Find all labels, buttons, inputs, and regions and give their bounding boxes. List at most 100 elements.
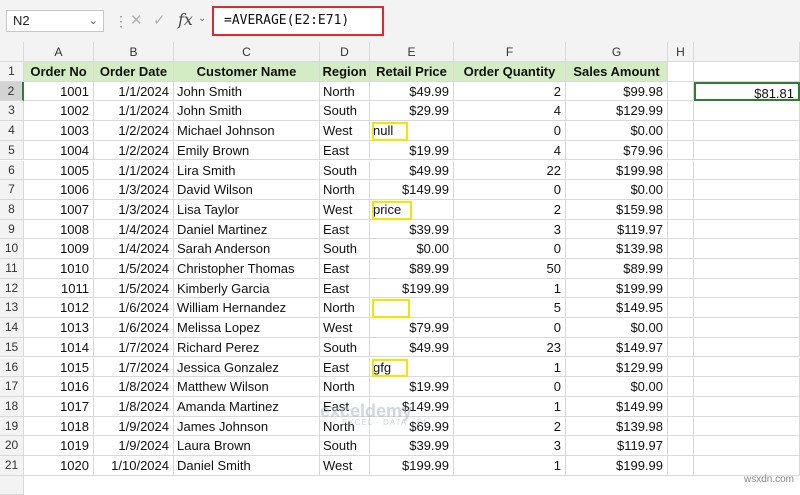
data-cell[interactable]: West	[320, 456, 370, 476]
data-cell[interactable]: 2	[454, 81, 566, 102]
row-header[interactable]: 18	[0, 396, 24, 417]
data-cell[interactable]: $89.99	[566, 259, 668, 279]
data-cell[interactable]: 1/1/2024	[94, 160, 174, 181]
data-cell[interactable]: 1003	[24, 121, 94, 141]
empty-cell[interactable]	[668, 121, 694, 141]
data-cell[interactable]: East	[320, 219, 370, 240]
empty-cell[interactable]	[694, 239, 800, 259]
chevron-down-icon[interactable]: ⌄	[198, 13, 206, 24]
data-cell[interactable]: 1/3/2024	[94, 199, 174, 220]
row-header[interactable]: 20	[0, 436, 24, 456]
empty-cell[interactable]	[694, 337, 800, 358]
empty-cell[interactable]	[694, 278, 800, 299]
data-cell[interactable]: 1	[454, 396, 566, 417]
row-header[interactable]: 8	[0, 199, 24, 220]
data-cell[interactable]: $0.00	[566, 180, 668, 200]
more-options-icon[interactable]: ⋮	[114, 13, 128, 30]
empty-cell[interactable]	[694, 416, 800, 437]
empty-cell[interactable]	[668, 337, 694, 358]
data-cell[interactable]: 1015	[24, 357, 94, 378]
data-cell[interactable]: John Smith	[174, 101, 320, 122]
data-cell[interactable]: 1/4/2024	[94, 219, 174, 240]
select-all-corner[interactable]	[0, 42, 24, 62]
data-cell[interactable]: $49.99	[370, 160, 454, 181]
row-header[interactable]: 21	[0, 456, 24, 476]
row-header[interactable]: 3	[0, 101, 24, 122]
empty-cell[interactable]	[668, 456, 694, 476]
empty-cell[interactable]	[668, 101, 694, 122]
data-cell[interactable]: 0	[454, 318, 566, 338]
data-cell[interactable]: 50	[454, 259, 566, 279]
row-header[interactable]	[0, 475, 24, 495]
row-header[interactable]: 17	[0, 377, 24, 397]
empty-cell[interactable]	[668, 219, 694, 240]
column-title-cell[interactable]: Sales Amount	[566, 62, 668, 82]
empty-cell[interactable]	[668, 318, 694, 338]
data-cell[interactable]: James Johnson	[174, 416, 320, 437]
data-cell[interactable]: 1/3/2024	[94, 180, 174, 200]
row-header[interactable]: 2	[0, 81, 24, 102]
empty-cell[interactable]	[668, 239, 694, 259]
data-cell[interactable]: 3	[454, 436, 566, 456]
data-cell[interactable]: East	[320, 278, 370, 299]
column-header-A[interactable]: A	[24, 42, 94, 62]
row-header[interactable]: 10	[0, 239, 24, 259]
data-cell[interactable]: $79.99	[370, 318, 454, 338]
empty-cell[interactable]	[694, 160, 800, 181]
data-cell[interactable]: 2	[454, 199, 566, 220]
data-cell[interactable]: Emily Brown	[174, 140, 320, 161]
data-cell[interactable]: $119.97	[566, 219, 668, 240]
data-cell[interactable]: Daniel Martinez	[174, 219, 320, 240]
data-cell[interactable]: 1	[454, 278, 566, 299]
data-cell[interactable]: Matthew Wilson	[174, 377, 320, 397]
empty-cell[interactable]	[668, 436, 694, 456]
empty-cell[interactable]	[668, 81, 694, 102]
data-cell[interactable]: $199.99	[566, 278, 668, 299]
data-cell[interactable]: 0	[454, 180, 566, 200]
data-cell[interactable]: 2	[454, 416, 566, 437]
empty-cell[interactable]	[694, 219, 800, 240]
data-cell[interactable]: 3	[454, 219, 566, 240]
column-title-cell[interactable]: Order Quantity	[454, 62, 566, 82]
row-header[interactable]: 6	[0, 160, 24, 181]
data-cell[interactable]: $0.00	[566, 377, 668, 397]
data-cell[interactable]: 1018	[24, 416, 94, 437]
data-cell[interactable]: $0.00	[370, 239, 454, 259]
data-cell[interactable]: gfg	[370, 357, 454, 378]
data-cell[interactable]: $19.99	[370, 377, 454, 397]
data-cell[interactable]: $199.99	[566, 456, 668, 476]
empty-cell[interactable]	[694, 436, 800, 456]
column-title-cell[interactable]: Customer Name	[174, 62, 320, 82]
data-cell[interactable]: North	[320, 81, 370, 102]
enter-icon[interactable]: ✓	[153, 11, 166, 29]
data-cell[interactable]: Sarah Anderson	[174, 239, 320, 259]
data-cell[interactable]: 1010	[24, 259, 94, 279]
empty-cell[interactable]	[668, 160, 694, 181]
row-header[interactable]: 1	[0, 62, 24, 82]
empty-cell[interactable]	[668, 180, 694, 200]
data-cell[interactable]: 1007	[24, 199, 94, 220]
data-cell[interactable]: 1/8/2024	[94, 377, 174, 397]
empty-cell[interactable]	[668, 259, 694, 279]
data-cell[interactable]: West	[320, 121, 370, 141]
data-cell[interactable]: $89.99	[370, 259, 454, 279]
data-cell[interactable]: 1005	[24, 160, 94, 181]
empty-cell[interactable]	[694, 357, 800, 378]
data-cell[interactable]: East	[320, 357, 370, 378]
data-cell[interactable]: 1002	[24, 101, 94, 122]
data-cell[interactable]: $129.99	[566, 101, 668, 122]
data-cell[interactable]: 1004	[24, 140, 94, 161]
data-cell[interactable]: 1/8/2024	[94, 396, 174, 417]
empty-cell[interactable]	[668, 199, 694, 220]
data-cell[interactable]: 1/2/2024	[94, 140, 174, 161]
data-cell[interactable]: 1011	[24, 278, 94, 299]
row-header[interactable]: 16	[0, 357, 24, 378]
data-cell[interactable]: $69.99	[370, 416, 454, 437]
data-cell[interactable]: David Wilson	[174, 180, 320, 200]
column-title-cell[interactable]: Region	[320, 62, 370, 82]
row-header[interactable]: 4	[0, 121, 24, 141]
empty-cell[interactable]	[694, 140, 800, 161]
data-cell[interactable]: 23	[454, 337, 566, 358]
empty-cell[interactable]	[694, 318, 800, 338]
data-cell[interactable]: South	[320, 436, 370, 456]
